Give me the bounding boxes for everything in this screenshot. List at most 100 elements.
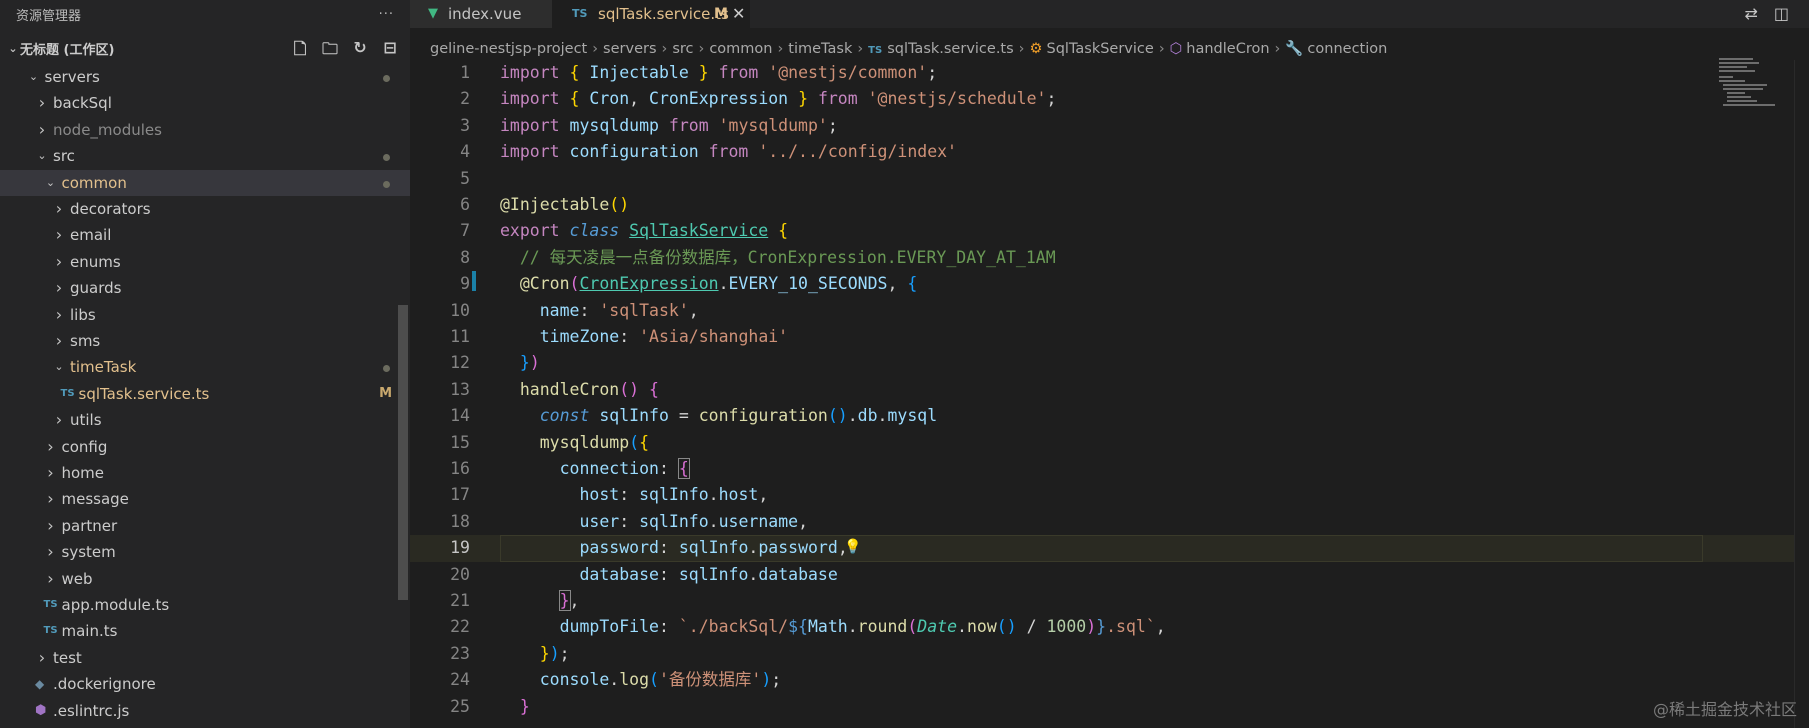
line-number: 3 bbox=[460, 115, 470, 135]
method-symbol-icon: ⬡ bbox=[1169, 41, 1183, 57]
code-line: } bbox=[519, 696, 530, 716]
line-number: 8 bbox=[460, 247, 470, 267]
collapse-all-icon[interactable]: ⊟ bbox=[380, 38, 400, 65]
chevron-right-icon: › bbox=[47, 436, 54, 456]
tree-item-label: decorators bbox=[70, 200, 151, 218]
tree-item-label: guards bbox=[70, 279, 122, 298]
workspace-header[interactable]: ⌄ 无标题 (工作区) 🗋 🗀 ↻ ⊟ bbox=[0, 38, 410, 58]
tree-item-timetask[interactable]: ⌄ timeTask bbox=[0, 354, 410, 380]
minimap[interactable] bbox=[1719, 58, 1779, 108]
property-symbol-icon: 🔧 bbox=[1285, 41, 1304, 57]
tree-item-servers[interactable]: ⌄ servers bbox=[0, 64, 410, 90]
tree-item-home[interactable]: › home bbox=[0, 460, 410, 486]
watermark: @稀土掘金技术社区 bbox=[1652, 700, 1797, 719]
git-modified-badge: M bbox=[379, 385, 392, 401]
tree-item-message[interactable]: › message bbox=[0, 486, 410, 512]
chevron-right-icon: › bbox=[1018, 41, 1025, 57]
tree-item-decorators[interactable]: › decorators bbox=[0, 196, 410, 222]
tab-index-vue[interactable]: ▼ index.vue bbox=[410, 0, 552, 28]
workspace-actions: 🗋 🗀 ↻ ⊟ bbox=[290, 38, 400, 65]
line-number: 13 bbox=[450, 379, 470, 399]
tree-item-src[interactable]: ⌄ src bbox=[0, 143, 410, 169]
close-icon[interactable]: ✕ bbox=[732, 0, 745, 28]
chevron-down-icon: ⌄ bbox=[54, 360, 64, 374]
code-line: password: sqlInfo.password, bbox=[579, 538, 848, 558]
breadcrumb-item[interactable]: src bbox=[672, 41, 693, 57]
tree-item-main-ts[interactable]: TS main.ts bbox=[0, 618, 410, 644]
code-line: import { Cron, CronExpression } from '@n… bbox=[500, 89, 1057, 109]
tree-item-label: .eslintrc.js bbox=[53, 701, 130, 720]
chevron-right-icon: › bbox=[38, 647, 46, 667]
line-number: 4 bbox=[460, 142, 470, 162]
code-line: name: 'sqlTask', bbox=[539, 300, 699, 320]
tree-item-backsql[interactable]: › backSql bbox=[0, 90, 410, 116]
tree-item-eslintrc-js[interactable]: ⬢ .eslintrc.js bbox=[0, 698, 410, 724]
tree-item-test[interactable]: › test bbox=[0, 645, 410, 671]
code-line: mysqldump({ bbox=[539, 432, 650, 452]
chevron-right-icon: › bbox=[1274, 41, 1281, 57]
tree-item-label: servers bbox=[44, 68, 100, 86]
refresh-icon[interactable]: ↻ bbox=[350, 38, 370, 65]
tree-item-sqltask-service-ts[interactable]: TS sqlTask.service.ts M bbox=[0, 381, 410, 407]
breadcrumb-file[interactable]: sqlTask.service.ts bbox=[887, 41, 1013, 57]
code-line: connection: { bbox=[559, 458, 690, 479]
split-editor-icon[interactable]: ◫ bbox=[1774, 0, 1789, 28]
more-actions-icon[interactable]: ··· bbox=[379, 7, 394, 22]
chevron-right-icon: › bbox=[55, 225, 63, 245]
editor-actions: ⇄ ◫ bbox=[1744, 0, 1789, 28]
tree-item-label: libs bbox=[70, 305, 96, 324]
tree-item-system[interactable]: › system bbox=[0, 539, 410, 565]
breadcrumb-item[interactable]: common bbox=[709, 41, 772, 57]
code-line: }); bbox=[539, 643, 570, 663]
compare-changes-icon[interactable]: ⇄ bbox=[1744, 0, 1757, 28]
line-number: 19 bbox=[450, 538, 470, 558]
breadcrumb-symbol[interactable]: connection bbox=[1307, 41, 1387, 57]
code-line: @Cron(CronExpression.EVERY_10_SECONDS, { bbox=[519, 274, 918, 294]
tree-item-sms[interactable]: › sms bbox=[0, 328, 410, 354]
new-file-icon[interactable]: 🗋 bbox=[290, 38, 310, 65]
tree-item-config[interactable]: › config bbox=[0, 434, 410, 460]
breadcrumb-item[interactable]: servers bbox=[603, 41, 656, 57]
tree-item-email[interactable]: › email bbox=[0, 222, 410, 248]
breadcrumb-class[interactable]: SqlTaskService bbox=[1046, 41, 1153, 57]
lightbulb-icon[interactable]: 💡 bbox=[844, 539, 861, 555]
chevron-right-icon: › bbox=[857, 41, 864, 57]
sidebar-scrollbar[interactable] bbox=[398, 305, 408, 600]
chevron-right-icon: › bbox=[47, 542, 54, 562]
tree-item-partner[interactable]: › partner bbox=[0, 513, 410, 539]
typescript-file-icon: TS bbox=[43, 625, 58, 637]
chevron-right-icon: › bbox=[55, 199, 63, 218]
typescript-file-icon: TS bbox=[572, 7, 588, 20]
tree-item-dockerignore[interactable]: ◆ .dockerignore bbox=[0, 671, 410, 697]
breadcrumb-item[interactable]: geline-nestjsp-project bbox=[430, 41, 587, 57]
code-line: host: sqlInfo.host, bbox=[579, 485, 769, 505]
line-number: 16 bbox=[450, 459, 470, 478]
tree-item-label: partner bbox=[61, 516, 118, 535]
breadcrumb: geline-nestjsp-project › servers › src › commo… bbox=[410, 38, 1809, 60]
tree-item-utils[interactable]: › utils bbox=[0, 407, 410, 433]
breadcrumb-item[interactable]: timeTask bbox=[788, 41, 852, 57]
line-number: 11 bbox=[450, 327, 470, 346]
tree-item-label: system bbox=[61, 543, 116, 562]
tree-item-node-modules[interactable]: › node_modules bbox=[0, 117, 410, 143]
tree-item-label: enums bbox=[70, 252, 121, 271]
tree-item-web[interactable]: › web bbox=[0, 566, 410, 592]
breadcrumb-method[interactable]: handleCron bbox=[1186, 41, 1269, 57]
line-number: 22 bbox=[450, 617, 470, 637]
tree-item-enums[interactable]: › enums bbox=[0, 249, 410, 275]
workspace-title: 无标题 (工作区) bbox=[20, 42, 115, 58]
class-symbol-icon: ⚙ bbox=[1029, 41, 1043, 57]
editor-scrollbar[interactable] bbox=[1794, 60, 1809, 728]
tree-item-common[interactable]: ⌄ common bbox=[0, 169, 410, 196]
tree-item-guards[interactable]: › guards bbox=[0, 275, 410, 301]
line-number: 1 bbox=[460, 63, 470, 82]
code-line: export class SqlTaskService { bbox=[500, 221, 789, 241]
chevron-right-icon: › bbox=[47, 515, 54, 535]
new-folder-icon[interactable]: 🗀 bbox=[320, 38, 340, 65]
typescript-file-icon: TS bbox=[60, 387, 75, 399]
tree-item-app-module-ts[interactable]: TS app.module.ts bbox=[0, 592, 410, 618]
tab-sqltask-service[interactable]: TS sqlTask.service.ts M ✕ bbox=[552, 0, 750, 28]
tree-item-libs[interactable]: › libs bbox=[0, 302, 410, 328]
code-line: handleCron() { bbox=[519, 379, 659, 399]
tree-item-label: main.ts bbox=[61, 622, 118, 641]
